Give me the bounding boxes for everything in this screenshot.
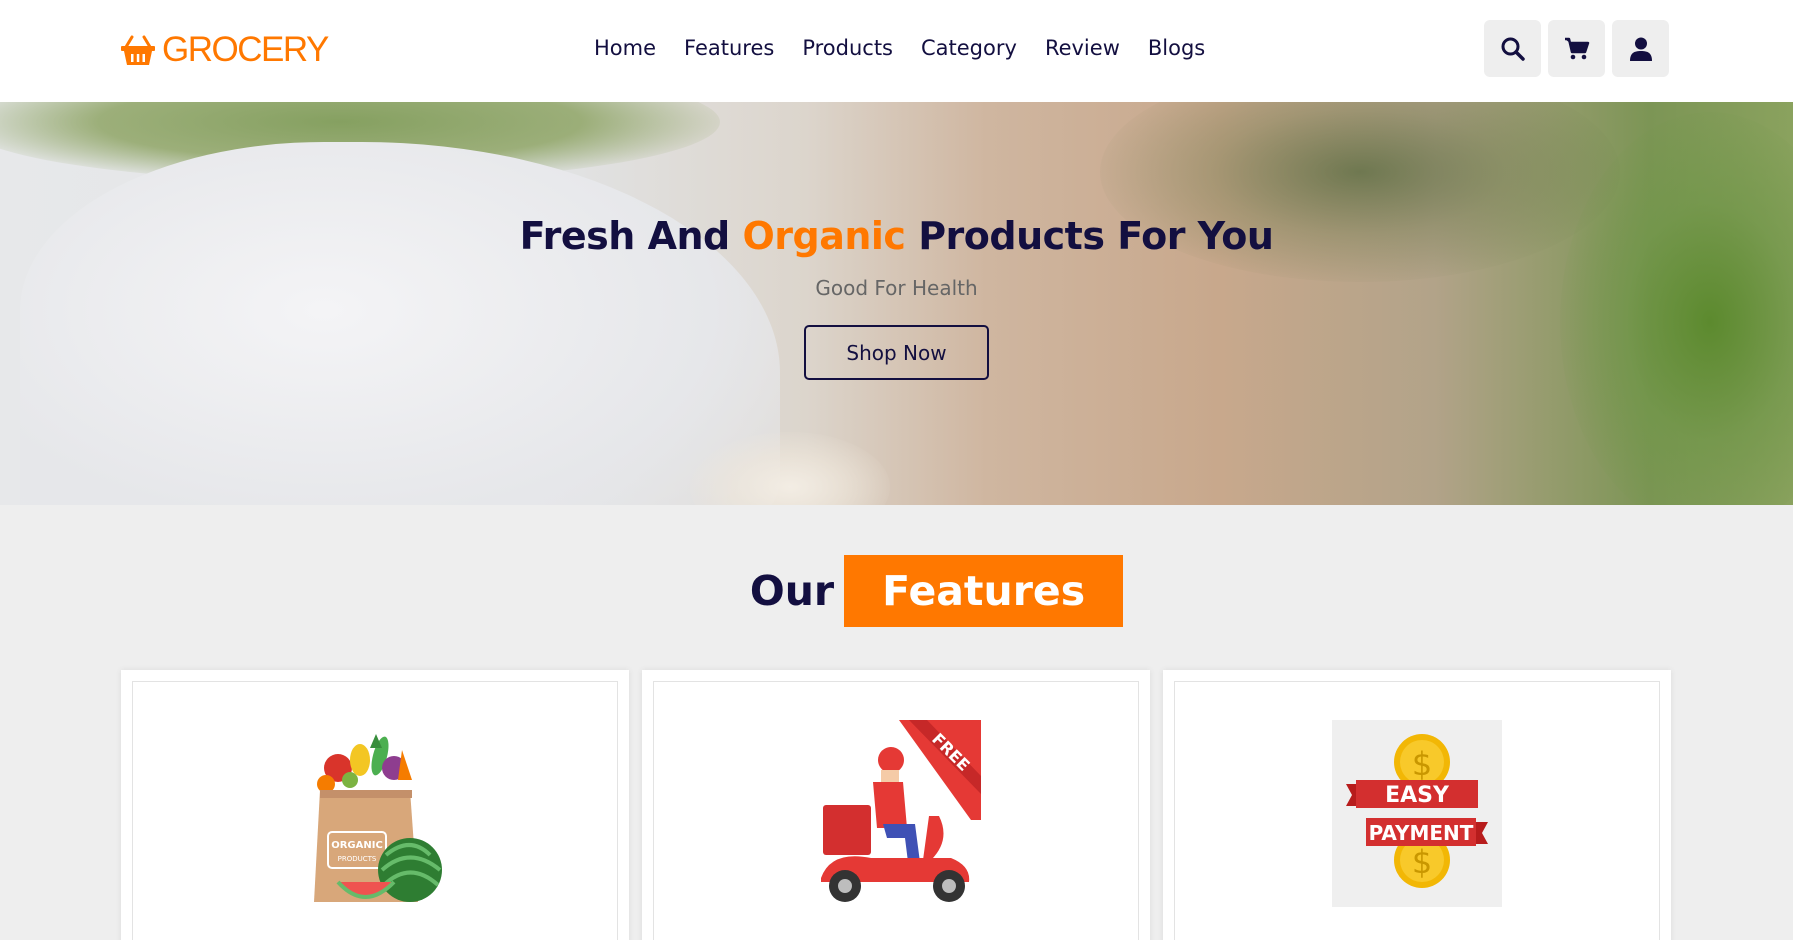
- search-icon: [1501, 37, 1525, 61]
- nav-features[interactable]: Features: [684, 36, 774, 60]
- svg-text:EASY: EASY: [1385, 783, 1450, 808]
- organic-products-bag-illustration: ORGANIC PRODUCTS: [314, 734, 442, 902]
- cart-icon: [1564, 37, 1589, 59]
- account-button[interactable]: [1612, 20, 1669, 77]
- hero-title: Fresh And Organic Products For You: [519, 214, 1274, 258]
- svg-text:$: $: [1412, 745, 1432, 783]
- features-heading-features: Features: [844, 555, 1124, 627]
- nav-review[interactable]: Review: [1045, 36, 1120, 60]
- header-icons: [1484, 20, 1669, 77]
- hero-subtitle: Good For Health: [815, 276, 978, 300]
- header: GROCERY Home Features Products Category …: [0, 0, 1793, 102]
- nav-category[interactable]: Category: [921, 36, 1017, 60]
- features-heading-our: Our: [749, 567, 835, 615]
- nav-home[interactable]: Home: [594, 36, 656, 60]
- feature-card: FREE: [642, 670, 1150, 940]
- features-heading: Our Features: [0, 555, 1793, 627]
- easy-payment-coins-illustration: $ $ EASY PAYMENT: [1332, 720, 1502, 907]
- svg-text:PAYMENT: PAYMENT: [1369, 821, 1474, 845]
- hero-background-bag: [20, 142, 780, 505]
- svg-text:ORGANIC: ORGANIC: [331, 840, 383, 851]
- nav-blogs[interactable]: Blogs: [1148, 36, 1205, 60]
- hero-title-accent: Organic: [742, 214, 906, 258]
- feature-card: $ $ EASY PAYMENT: [1163, 670, 1671, 940]
- free-delivery-scooter-illustration: FREE: [821, 720, 981, 902]
- cart-button[interactable]: [1548, 20, 1605, 77]
- basket-icon: [121, 35, 155, 65]
- features-cards: ORGANIC PRODUCTS FREE $ $ EASY PAYMENT: [121, 670, 1671, 940]
- feature-card: ORGANIC PRODUCTS: [121, 670, 629, 940]
- shop-now-button[interactable]: Shop Now: [804, 325, 989, 380]
- svg-text:$: $: [1412, 843, 1432, 881]
- user-icon: [1629, 37, 1652, 61]
- nav-products[interactable]: Products: [802, 36, 893, 60]
- main-nav: Home Features Products Category Review B…: [594, 36, 1205, 60]
- brand-name: GROCERY: [162, 30, 329, 69]
- brand-logo[interactable]: GROCERY: [120, 30, 329, 70]
- svg-text:PRODUCTS: PRODUCTS: [338, 855, 377, 863]
- search-button[interactable]: [1484, 20, 1541, 77]
- hero-banner: [0, 102, 1793, 505]
